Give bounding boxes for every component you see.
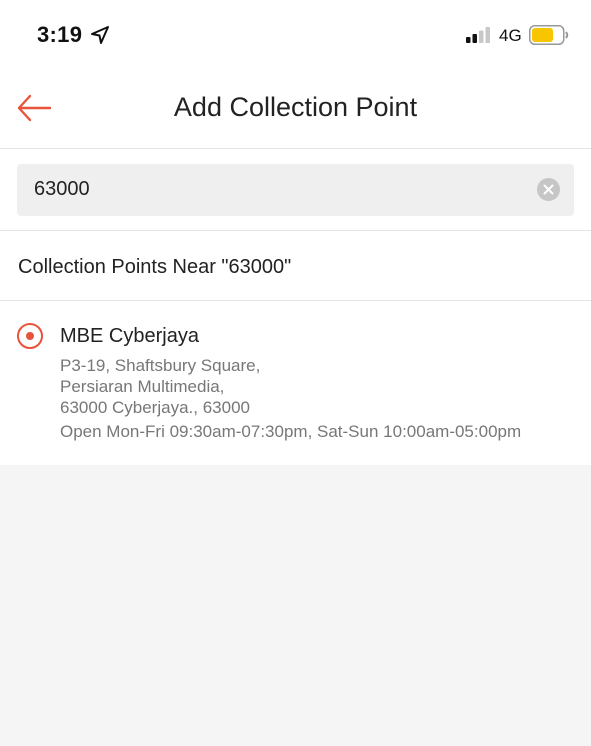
cellular-signal-icon — [466, 27, 490, 43]
network-type: 4G — [499, 26, 522, 45]
results-header: Collection Points Near "63000" — [0, 231, 591, 301]
status-bar: 3:19 4G — [0, 0, 591, 70]
clear-x-icon — [543, 184, 554, 195]
address-line-1: P3-19, Shaftsbury Square, — [60, 356, 261, 375]
clear-search-button[interactable] — [537, 178, 560, 201]
search-input[interactable] — [34, 178, 534, 201]
search-section — [0, 150, 591, 231]
address-line-2: Persiaran Multimedia, — [60, 377, 225, 396]
battery-icon — [529, 25, 569, 45]
opening-hours: Open Mon-Fri 09:30am-07:30pm, Sat-Sun 10… — [60, 422, 522, 441]
radio-selected-dot — [26, 332, 34, 340]
collection-point-address: P3-19, Shaftsbury Square, Persiaran Mult… — [60, 355, 260, 418]
address-line-3: 63000 Cyberjaya., 63000 — [60, 398, 250, 417]
page-title: Add Collection Point — [173, 92, 418, 122]
collection-point-item[interactable]: MBE Cyberjaya P3-19, Shaftsbury Square, … — [0, 301, 591, 465]
selected-radio-button[interactable] — [17, 323, 43, 349]
collection-point-name: MBE Cyberjaya — [60, 325, 199, 347]
search-box[interactable] — [17, 164, 574, 216]
results-header-text: Collection Points Near "63000" — [18, 256, 292, 278]
status-time: 3:19 — [37, 22, 83, 47]
location-arrow-icon — [91, 26, 109, 44]
navigation-bar: Add Collection Point — [0, 70, 591, 149]
